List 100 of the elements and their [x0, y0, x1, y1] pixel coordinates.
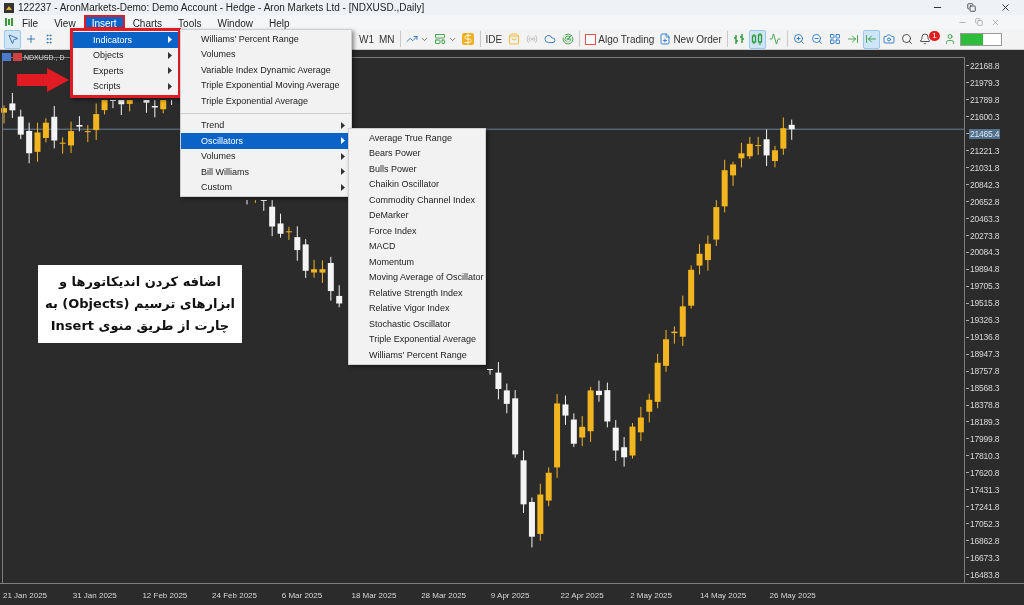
menu-item[interactable]: Charts	[124, 15, 171, 29]
menu-option[interactable]: Williams' Percent Range	[181, 31, 351, 47]
price-label: 19705.3	[969, 281, 1001, 292]
price-label: 21789.8	[969, 94, 1001, 105]
line-chart-icon	[405, 33, 418, 45]
app-icon	[4, 2, 14, 13]
dollar-icon	[462, 33, 475, 45]
menu-option[interactable]: Volumes	[181, 46, 351, 62]
candle	[1, 104, 7, 124]
price-label: 21600.3	[969, 111, 1001, 122]
notification-badge: 1	[929, 30, 940, 41]
menu-item[interactable]: Window	[209, 15, 262, 29]
menu-option[interactable]: Relative Vigor Index	[349, 300, 485, 316]
menu-option[interactable]: Bill Williams	[181, 164, 351, 180]
date-label: 26 May 2025	[769, 590, 817, 600]
menu-option[interactable]: Volumes	[181, 148, 351, 164]
menu-option[interactable]: Commodity Channel Index	[349, 192, 485, 208]
search-icon	[901, 33, 914, 45]
price-label: 20842.3	[969, 179, 1001, 190]
autoscroll-button[interactable]	[862, 29, 880, 49]
cloud-icon	[543, 33, 556, 45]
price-label: 19326.3	[969, 315, 1001, 326]
date-label: 14 May 2025	[699, 590, 748, 600]
ide-button[interactable]: IDE	[483, 29, 505, 49]
menu-option[interactable]: Trend	[181, 117, 351, 133]
grid-icon	[829, 33, 842, 45]
notifications-button[interactable]: 1	[916, 29, 941, 49]
candles-button[interactable]	[748, 29, 766, 49]
date-label: 28 Mar 2025	[421, 590, 468, 600]
child-restore-icon[interactable]	[974, 18, 983, 26]
line-chart-icon	[769, 33, 782, 45]
camera-icon	[883, 33, 896, 45]
new-order-icon	[659, 33, 672, 45]
candlestick-icon	[751, 33, 764, 45]
price-label: 17431.3	[969, 484, 1001, 495]
menu-option[interactable]: DeMarker	[349, 207, 485, 223]
price-label: 20652.8	[969, 196, 1001, 207]
menu-option[interactable]: Oscillators	[181, 133, 351, 149]
price-label: 16483.8	[969, 569, 1001, 580]
candle	[663, 329, 669, 373]
menu-item[interactable]: View	[46, 15, 84, 29]
template-icon	[433, 33, 446, 45]
signal-icon	[525, 33, 538, 45]
price-label: 17052.3	[969, 518, 1001, 529]
date-label: 22 Apr 2025	[560, 590, 605, 600]
menu-option[interactable]: Indicators	[73, 32, 178, 48]
menu-item[interactable]: Insert	[83, 15, 125, 29]
callout-arrow	[17, 68, 69, 92]
crosshair-icon	[24, 33, 37, 45]
bell-icon	[918, 33, 931, 45]
menu-option[interactable]: Relative Strength Index	[349, 285, 485, 301]
price-label: 21465.4	[969, 128, 1001, 139]
menu-option[interactable]: Objects	[73, 47, 178, 63]
menu-option[interactable]: Average True Range	[349, 130, 485, 146]
menu-option[interactable]: Scripts	[73, 78, 178, 94]
price-label: 17620.8	[969, 467, 1001, 478]
child-close-icon[interactable]	[990, 17, 1000, 27]
price-label: 16862.8	[969, 535, 1001, 546]
zoom-out-icon	[811, 33, 824, 45]
menu-option[interactable]: MACD	[349, 238, 485, 254]
date-label: 18 Mar 2025	[351, 590, 398, 600]
radar-icon	[561, 33, 574, 45]
cursor-icon	[6, 33, 19, 45]
candle	[596, 380, 602, 403]
menu-option[interactable]: Experts	[73, 63, 178, 79]
price-label: 21221.3	[969, 145, 1001, 156]
price-label: 17810.3	[969, 450, 1001, 461]
menu-option[interactable]: Custom	[181, 179, 351, 195]
menu-option[interactable]: Variable Index Dynamic Average	[181, 62, 351, 78]
menu-option[interactable]: Bulls Power	[349, 161, 485, 177]
bag-icon	[507, 33, 520, 45]
price-label: 17999.8	[969, 433, 1001, 444]
cursor-button[interactable]	[4, 29, 21, 49]
price-label: 17241.8	[969, 501, 1001, 512]
price-label: 18568.3	[969, 383, 1001, 394]
menu-item[interactable]: File	[14, 15, 47, 29]
menu-item[interactable]: Help	[261, 15, 298, 29]
menu-option[interactable]: Triple Exponential Average	[349, 331, 485, 347]
menu-option[interactable]: Bears Power	[349, 145, 485, 161]
menu-option[interactable]: Chaikin Oscillator	[349, 176, 485, 192]
menu-option[interactable]: Williams' Percent Range	[349, 347, 485, 363]
menu-option[interactable]: Moving Average of Oscillator	[349, 269, 485, 285]
annotation-text: اضافه کردن اندیکاتورها و ابزارهای ترسیم (Objects) به چارت از طریق منوی Insert	[44, 273, 236, 335]
menu-option[interactable]: Triple Exponential Average	[181, 93, 351, 109]
algo-trading-button[interactable]: Algo Trading	[583, 29, 657, 49]
candle	[160, 99, 167, 114]
menu-option[interactable]: Momentum	[349, 254, 485, 270]
date-label: 21 Jan 2025	[3, 590, 49, 600]
menu-option[interactable]: Stochastic Oscillator	[349, 316, 485, 332]
menu-option[interactable]: Triple Exponential Moving Average	[181, 77, 351, 93]
date-label: 6 Mar 2025	[281, 590, 324, 600]
timeframe-button[interactable]: W1	[357, 29, 376, 49]
price-label: 19894.8	[969, 264, 1001, 275]
menu-item[interactable]: Tools	[170, 15, 210, 29]
date-label: 31 Jan 2025	[72, 590, 118, 600]
new-order-button[interactable]: New Order	[657, 29, 724, 49]
price-label: 21031.8	[969, 162, 1001, 173]
price-label: 22168.8	[969, 60, 1001, 71]
timeframe-button[interactable]: MN	[377, 29, 397, 49]
menu-option[interactable]: Force Index	[349, 223, 485, 239]
